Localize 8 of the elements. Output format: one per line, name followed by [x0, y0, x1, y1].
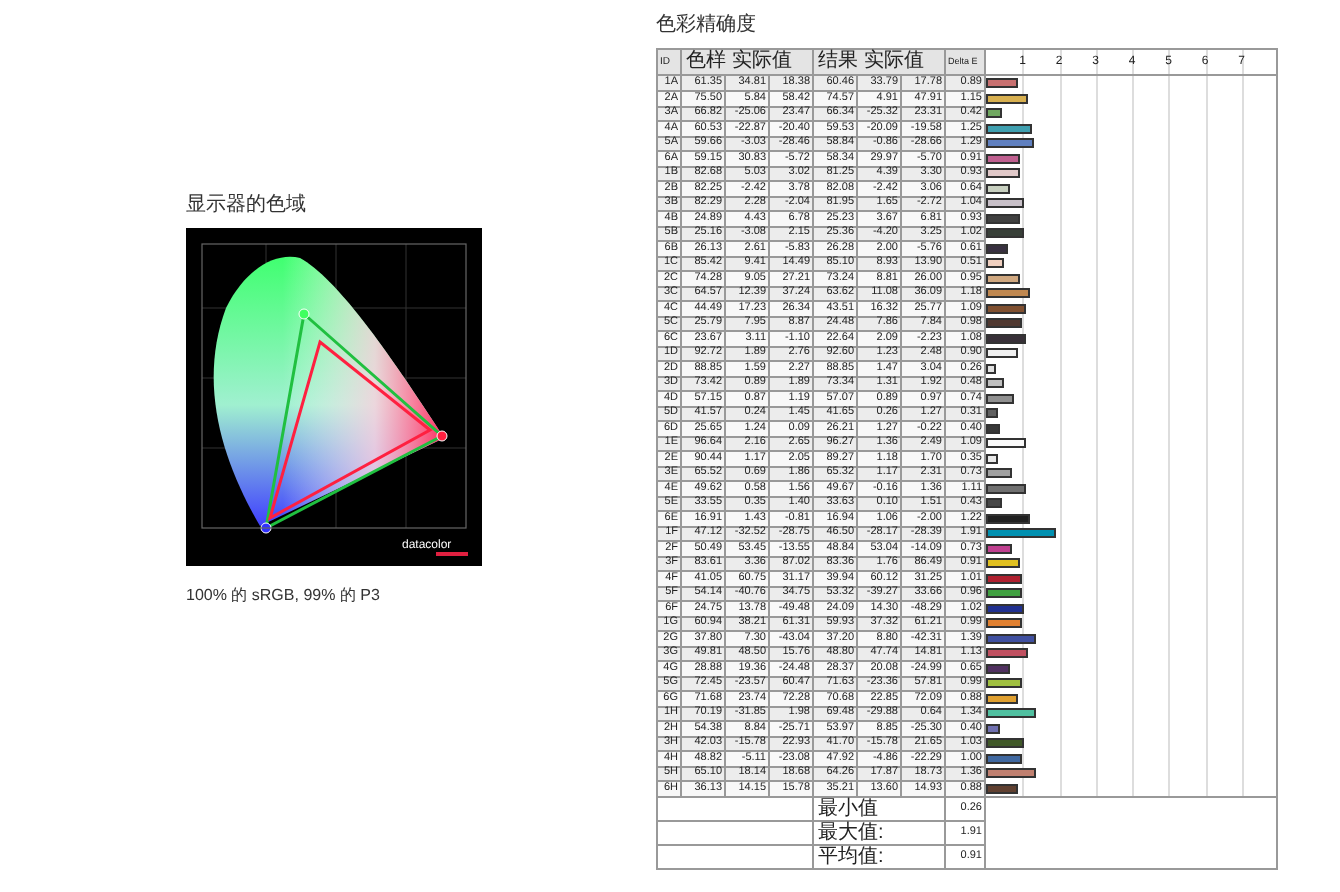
summary-label: 最小值: [813, 797, 945, 821]
accuracy-title: 色彩精确度: [656, 11, 756, 40]
summary-label: 平均值:: [813, 845, 945, 869]
gamut-caption: 100% 的 sRGB, 99% 的 P3: [186, 584, 380, 608]
column-header: 结果 实际值: [813, 49, 945, 75]
summary-label: 最大值:: [813, 821, 945, 845]
gamut-title: 显示器的色域: [186, 191, 306, 220]
column-header: 色样 实际值: [681, 49, 813, 75]
